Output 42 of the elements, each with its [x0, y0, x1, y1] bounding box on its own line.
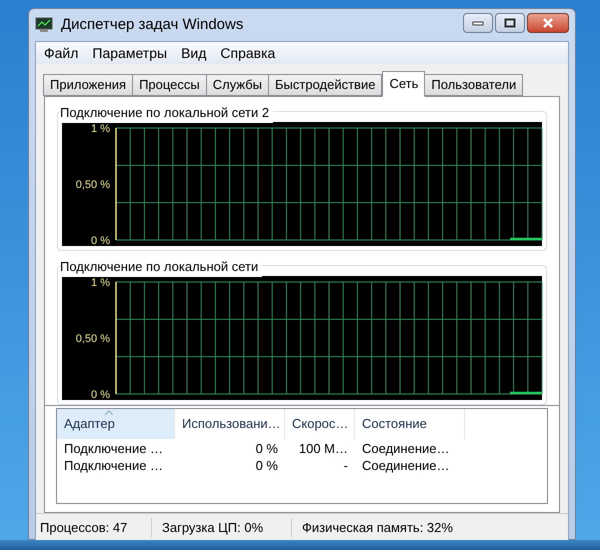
maximize-icon [504, 18, 516, 28]
close-icon [542, 18, 554, 28]
table-cell-text: 0 % [254, 457, 279, 473]
header-label: Использовани… [182, 415, 281, 434]
table-cell-text: Соединение… [361, 440, 450, 456]
menu-item[interactable]: Вид [181, 42, 206, 64]
table-cell-text: 100 М… [298, 440, 349, 456]
tab[interactable]: Приложения [43, 74, 134, 96]
axis-label: 0,50 % [76, 333, 110, 345]
header-label: Состояние [362, 415, 427, 434]
menu-item[interactable]: Параметры [92, 42, 168, 64]
table-cell-text: Подключение … [63, 457, 164, 473]
tab[interactable]: Быстродействие [268, 74, 382, 96]
usage-line [510, 392, 542, 394]
status-text: Загрузка ЦП: 0% [151, 518, 291, 538]
window-title: Диспетчер задач Windows [61, 14, 244, 35]
menu-item[interactable]: Файл [44, 42, 78, 64]
menu-item[interactable]: Справка [220, 42, 276, 64]
tab[interactable]: Пользователи [424, 74, 524, 96]
axis-label: 0 % [91, 235, 110, 247]
tab[interactable]: Процессы [132, 74, 207, 96]
table-cell-text: - [342, 457, 349, 473]
status-text: Физическая память: 32% [291, 518, 491, 538]
status-text: Процессов: 47 [39, 518, 128, 537]
column-header[interactable]: Адаптер [57, 409, 175, 439]
header-label: Адаптер [64, 415, 115, 434]
axis-label: 1 % [91, 277, 110, 289]
axis-label: 1 % [91, 123, 110, 135]
header-label: Скорос… [292, 415, 348, 434]
minimize-icon [472, 20, 484, 26]
table-cell-text: 0 % [254, 440, 279, 456]
table-cell-text: Соединение… [361, 457, 450, 473]
table-cell-text: Подключение … [63, 440, 164, 456]
axis-label: 0 % [91, 389, 110, 401]
maximize-button[interactable] [495, 13, 525, 33]
axis-label: 0,50 % [76, 179, 110, 191]
monitor-icon [35, 17, 53, 33]
minimize-button[interactable] [463, 13, 493, 33]
tab[interactable]: Службы [206, 74, 270, 96]
close-button[interactable] [527, 13, 569, 33]
usage-line [510, 238, 542, 240]
tab[interactable]: Сеть [382, 71, 426, 97]
